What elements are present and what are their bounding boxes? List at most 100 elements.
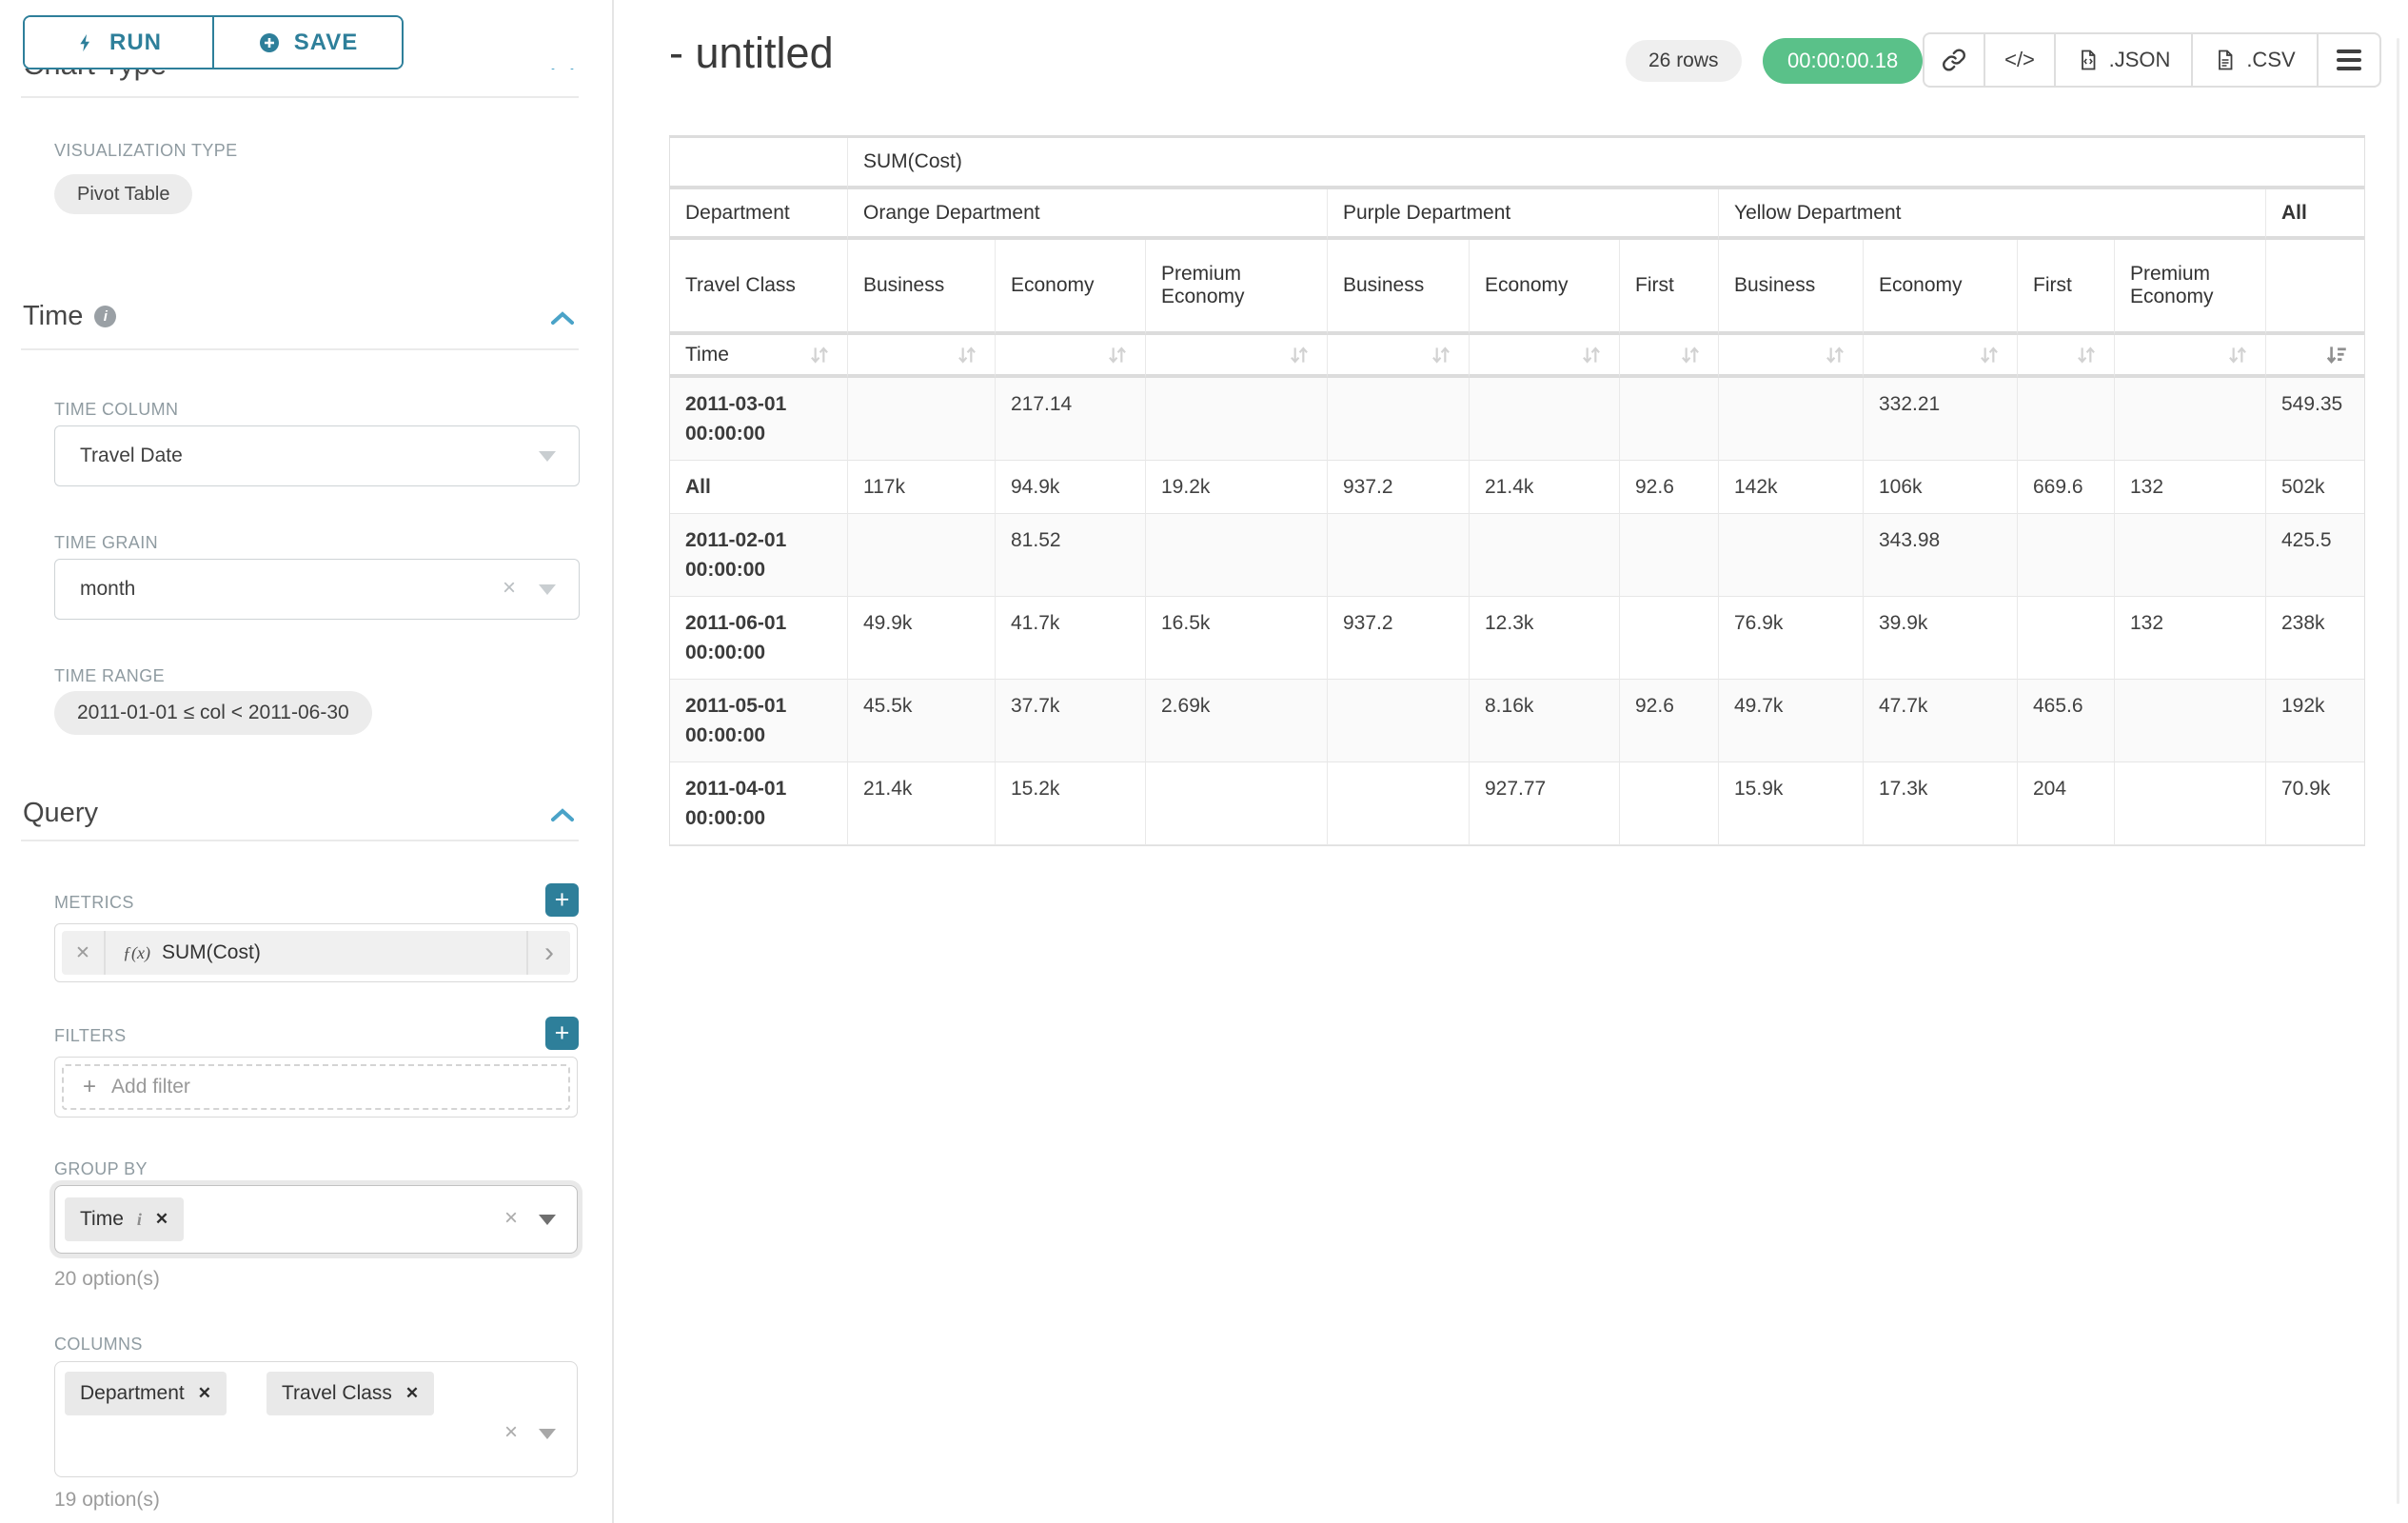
sort-arrows-icon[interactable] <box>1105 343 1130 367</box>
table-row: 2011-04-01 00:00:00 21.4k 15.2k 927.77 1… <box>670 762 2364 845</box>
remove-chip-icon[interactable]: ✕ <box>155 1210 168 1229</box>
pivot-cell: 343.98 <box>1864 514 2018 597</box>
remove-chip-icon[interactable]: ✕ <box>198 1384 211 1403</box>
chip-label: Travel Class <box>282 1382 392 1405</box>
col-header: Business <box>1719 240 1864 335</box>
time-sort-header[interactable]: Time <box>670 335 848 378</box>
sort-arrows-icon[interactable] <box>2225 343 2250 367</box>
column-sort-header[interactable] <box>2115 335 2266 378</box>
clear-icon[interactable]: × <box>504 1207 518 1230</box>
link-icon <box>1942 48 1966 72</box>
more-options-button[interactable] <box>2317 34 2379 86</box>
row-dim-label-cell: Department <box>670 189 848 240</box>
column-sort-header[interactable] <box>1719 335 1864 378</box>
chart-title[interactable]: - untitled <box>669 29 834 78</box>
pivot-cell <box>2018 378 2115 461</box>
sort-arrows-icon[interactable] <box>1429 343 1453 367</box>
lightning-bolt-icon <box>75 32 96 53</box>
pivot-cell: 238k <box>2266 597 2364 680</box>
pivot-cell: 549.35 <box>2266 378 2364 461</box>
pivot-cell <box>1719 378 1864 461</box>
column-sort-header[interactable] <box>1864 335 2018 378</box>
row-header: 2011-06-01 00:00:00 <box>670 597 848 680</box>
metric-chip[interactable]: ✕ ƒ(x) SUM(Cost) › <box>62 931 570 975</box>
time-column-select[interactable]: Travel Date <box>54 425 580 486</box>
sort-arrows-icon[interactable] <box>2074 343 2099 367</box>
pivot-cell: 47.7k <box>1864 680 2018 762</box>
add-filter-button[interactable]: + Add filter <box>62 1064 570 1110</box>
sort-arrows-icon[interactable] <box>1678 343 1703 367</box>
time-grain-select[interactable]: month × <box>54 559 580 620</box>
time-section-heading: Time i <box>23 301 116 332</box>
export-json-button[interactable]: .JSON <box>2054 34 2191 86</box>
caret-down-icon <box>539 1429 556 1439</box>
remove-chip-icon[interactable]: ✕ <box>405 1384 419 1403</box>
embed-code-button[interactable]: </> <box>1984 34 2054 86</box>
share-link-button[interactable] <box>1924 34 1984 86</box>
sort-header-row: Time <box>670 335 2364 378</box>
scrollbar[interactable] <box>2397 38 2399 1504</box>
clear-icon[interactable]: × <box>504 1421 518 1444</box>
column-sort-header[interactable] <box>996 335 1146 378</box>
run-button-label: RUN <box>109 30 162 56</box>
add-metric-button[interactable]: + <box>545 883 579 917</box>
row-header: 2011-04-01 00:00:00 <box>670 762 848 845</box>
pivot-cell <box>1328 762 1470 845</box>
column-sort-header[interactable] <box>1620 335 1719 378</box>
pivot-cell: 142k <box>1719 461 1864 514</box>
group-by-label: GROUP BY <box>54 1159 148 1179</box>
columns-chip[interactable]: Travel Class ✕ <box>266 1372 434 1415</box>
sort-arrows-icon[interactable] <box>807 343 832 367</box>
metric-name: SUM(Cost) <box>162 941 261 964</box>
time-label: Time <box>685 344 729 366</box>
pivot-table: SUM(Cost) Department Orange Department P… <box>669 135 2365 846</box>
pivot-cell <box>1328 378 1470 461</box>
group-by-select[interactable]: Time i ✕ × <box>54 1185 578 1254</box>
chevron-up-icon[interactable] <box>549 805 576 824</box>
pivot-cell <box>1146 514 1328 597</box>
save-button[interactable]: SAVE <box>212 17 402 68</box>
pivot-cell <box>1328 514 1470 597</box>
sort-arrows-icon[interactable] <box>1823 343 1847 367</box>
run-button[interactable]: RUN <box>25 17 212 68</box>
column-sort-header[interactable] <box>1470 335 1620 378</box>
pivot-cell: 19.2k <box>1146 461 1328 514</box>
sort-arrows-icon[interactable] <box>1579 343 1604 367</box>
time-column-label: TIME COLUMN <box>54 400 178 420</box>
add-filter-plus-button[interactable]: + <box>545 1017 579 1050</box>
sort-arrows-icon[interactable] <box>955 343 979 367</box>
group-by-chip[interactable]: Time i ✕ <box>65 1197 184 1241</box>
sort-arrows-icon[interactable] <box>1287 343 1312 367</box>
col-header: Premium Economy <box>2115 240 2266 335</box>
pivot-cell: 92.6 <box>1620 680 1719 762</box>
hamburger-menu-icon <box>2337 49 2361 70</box>
column-sort-header[interactable] <box>1146 335 1328 378</box>
columns-select[interactable]: Department ✕ Travel Class ✕ × <box>54 1361 578 1477</box>
clear-icon[interactable]: × <box>503 577 516 600</box>
time-range-pill[interactable]: 2011-01-01 ≤ col < 2011-06-30 <box>54 691 372 735</box>
col-group-header-all: All <box>2266 189 2364 240</box>
export-json-label: .JSON <box>2109 48 2171 72</box>
column-sort-header[interactable] <box>2018 335 2115 378</box>
column-sort-header[interactable] <box>1328 335 1470 378</box>
table-row: 2011-06-01 00:00:00 49.9k 41.7k 16.5k 93… <box>670 597 2364 680</box>
remove-metric-icon[interactable]: ✕ <box>62 931 106 975</box>
sort-arrows-icon[interactable] <box>1977 343 2002 367</box>
column-sort-header-active[interactable] <box>2266 335 2364 378</box>
export-csv-button[interactable]: .CSV <box>2191 34 2317 86</box>
chevron-up-icon[interactable] <box>549 308 576 327</box>
col-header: Business <box>848 240 996 335</box>
chevron-right-icon[interactable]: › <box>526 931 570 975</box>
pivot-cell <box>1620 514 1719 597</box>
pivot-cell: 76.9k <box>1719 597 1864 680</box>
pivot-cell <box>1620 762 1719 845</box>
column-sort-header[interactable] <box>848 335 996 378</box>
pivot-cell: 332.21 <box>1864 378 2018 461</box>
viz-type-pill[interactable]: Pivot Table <box>54 174 192 214</box>
group-by-options-hint: 20 option(s) <box>54 1268 160 1291</box>
time-grain-value: month <box>80 578 135 601</box>
sort-descending-icon[interactable] <box>2324 343 2349 367</box>
pivot-cell: 15.2k <box>996 762 1146 845</box>
columns-chip[interactable]: Department ✕ <box>65 1372 227 1415</box>
pivot-cell: 669.6 <box>2018 461 2115 514</box>
